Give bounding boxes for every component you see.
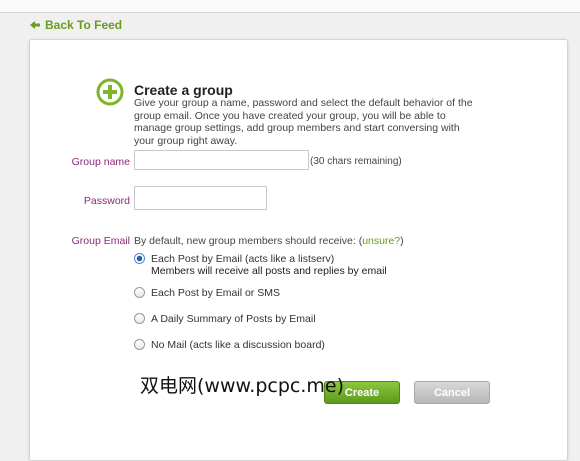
radio-button[interactable] bbox=[134, 253, 145, 264]
group-email-intro: By default, new group members should rec… bbox=[134, 235, 404, 247]
plus-circle-icon bbox=[96, 78, 124, 106]
option-label: No Mail (acts like a discussion board) bbox=[151, 339, 325, 351]
option-daily-summary[interactable]: A Daily Summary of Posts by Email bbox=[134, 313, 316, 325]
watermark-text: 双电网(www.pcpc.me) bbox=[140, 375, 344, 397]
option-each-post-email[interactable]: Each Post by Email (acts like a listserv… bbox=[134, 253, 387, 277]
top-bar bbox=[0, 0, 580, 13]
group-email-intro-text: By default, new group members should rec… bbox=[134, 235, 363, 247]
group-email-label: Group Email bbox=[71, 235, 130, 247]
radio-button[interactable] bbox=[134, 313, 145, 324]
option-no-mail[interactable]: No Mail (acts like a discussion board) bbox=[134, 339, 325, 351]
option-label: A Daily Summary of Posts by Email bbox=[151, 313, 316, 325]
group-name-input[interactable] bbox=[134, 150, 309, 170]
radio-button[interactable] bbox=[134, 287, 145, 298]
form-title: Create a group bbox=[134, 82, 233, 98]
left-arrow-icon bbox=[30, 21, 40, 29]
option-label: Each Post by Email or SMS bbox=[151, 287, 280, 299]
group-name-label: Group name bbox=[71, 156, 130, 168]
back-to-feed-label: Back To Feed bbox=[45, 18, 123, 32]
option-each-post-email-sms[interactable]: Each Post by Email or SMS bbox=[134, 287, 280, 299]
cancel-button[interactable]: Cancel bbox=[414, 381, 490, 404]
option-sublabel: Members will receive all posts and repli… bbox=[151, 265, 387, 277]
group-email-intro-close: ) bbox=[400, 235, 404, 247]
group-name-remaining: (30 chars remaining) bbox=[310, 156, 402, 167]
form-description: Give your group a name, password and sel… bbox=[134, 97, 473, 147]
unsure-link[interactable]: unsure? bbox=[362, 235, 400, 247]
back-to-feed-link[interactable]: Back To Feed bbox=[29, 18, 122, 32]
password-label: Password bbox=[83, 195, 130, 207]
radio-button[interactable] bbox=[134, 339, 145, 350]
password-input[interactable] bbox=[134, 186, 267, 210]
option-label: Each Post by Email (acts like a listserv… bbox=[151, 253, 335, 265]
